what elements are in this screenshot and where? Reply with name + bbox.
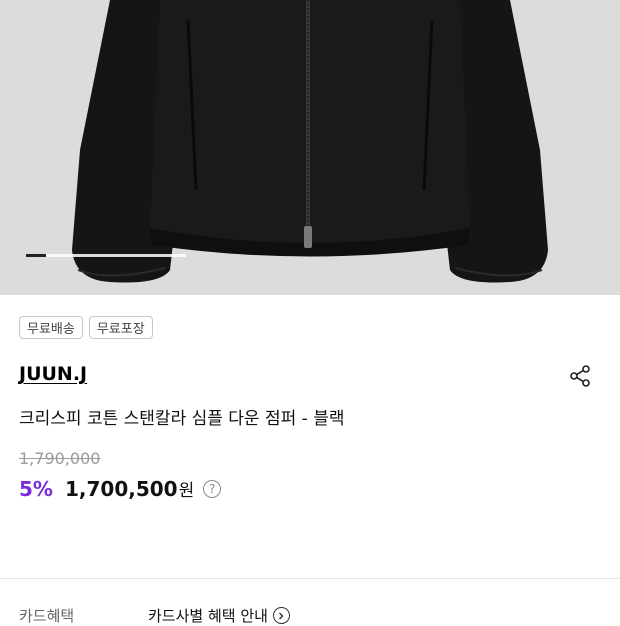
section-divider bbox=[0, 578, 620, 579]
share-icon bbox=[570, 365, 590, 387]
price-help-icon[interactable]: ? bbox=[203, 479, 222, 498]
price-row: 5% 1,700,500 원 ? bbox=[19, 476, 222, 501]
card-benefit-link[interactable]: 카드사별 혜택 안내 bbox=[148, 605, 290, 626]
benefit-tags: 무료배송 무료포장 bbox=[19, 316, 153, 339]
currency-unit: 원 bbox=[178, 481, 195, 501]
carousel-progress-thumb bbox=[26, 254, 46, 257]
chevron-right-circle-icon bbox=[272, 607, 290, 624]
product-title: 크리스피 코튼 스탠칼라 심플 다운 점퍼 - 블랙 bbox=[19, 409, 345, 429]
card-benefit-label: 카드혜택 bbox=[19, 607, 75, 625]
product-image[interactable] bbox=[0, 0, 620, 295]
jacket-illustration bbox=[72, 0, 548, 283]
original-price: 1,790,000 bbox=[19, 449, 101, 468]
sale-price: 1,700,500 bbox=[64, 476, 178, 501]
card-benefit-link-label: 카드사별 혜택 안내 bbox=[148, 607, 268, 625]
tag-free-packaging: 무료포장 bbox=[88, 316, 153, 339]
discount-rate: 5% bbox=[19, 476, 53, 501]
tag-free-shipping: 무료배송 bbox=[19, 316, 83, 339]
brand-link[interactable]: JUUN.J bbox=[19, 363, 87, 385]
share-button[interactable] bbox=[566, 362, 594, 390]
carousel-progress bbox=[26, 254, 186, 257]
